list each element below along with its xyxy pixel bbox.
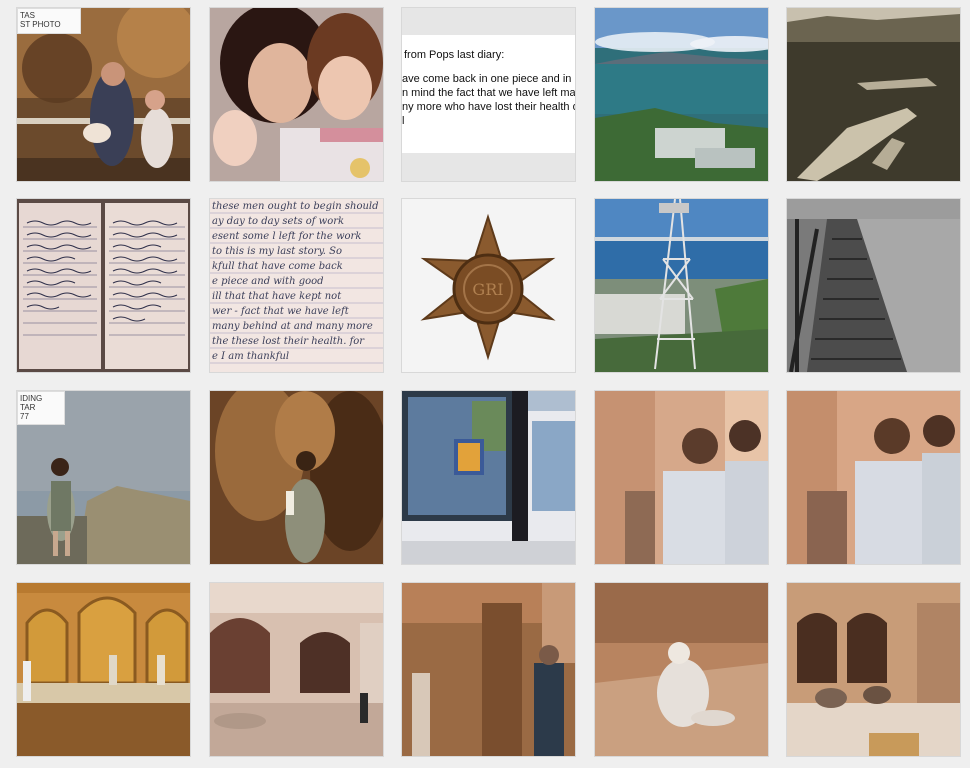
diary-handwriting-line: ill that that have kept not: [212, 291, 342, 302]
diary-quote-line: ave come back in one piece and in: [402, 73, 572, 85]
mother-children-image: [210, 8, 383, 181]
photo-grid: TAS ST PHOTO from Pops last diary: ave c…: [0, 0, 970, 768]
diary-quote-card: from Pops last diary: ave come back in o…: [402, 35, 575, 153]
photo-caption-note: TAS ST PHOTO: [17, 8, 81, 34]
photo-woman-hilltop[interactable]: IDING TAR 77: [17, 391, 190, 564]
children-street-1-image: [595, 391, 768, 564]
diary-notebook-image: [17, 199, 190, 372]
man-sitting-image: [595, 583, 768, 756]
photo-diary-quote[interactable]: from Pops last diary: ave come back in o…: [402, 8, 575, 181]
diary-quote-line: l: [402, 115, 405, 127]
photo-diary-page[interactable]: these men ought to begin should ay day t…: [210, 199, 383, 372]
photo-coast-view[interactable]: [595, 8, 768, 181]
diary-handwriting-line: to this is my last story. So: [212, 246, 342, 257]
photo-war-star-medal[interactable]: GRI: [402, 199, 575, 372]
svg-text:GRI: GRI: [472, 280, 503, 299]
photo-caption-note: IDING TAR 77: [17, 391, 65, 425]
palace-gates-image: [17, 583, 190, 756]
photo-man-sitting[interactable]: [595, 583, 768, 756]
coast-view-image: [595, 8, 768, 181]
photo-stone-steps[interactable]: [787, 199, 960, 372]
donkeys-square-image: [787, 583, 960, 756]
photo-donkeys-square[interactable]: [787, 583, 960, 756]
diary-handwriting-line: wer - fact that we have left: [212, 306, 349, 317]
photo-mother-children[interactable]: [210, 8, 383, 181]
diary-handwriting-line: the these lost their health. for: [212, 336, 365, 347]
shop-window-image: [402, 391, 575, 564]
children-street-2-image: [787, 391, 960, 564]
market-stall-image: [402, 583, 575, 756]
warships-harbor-image: [787, 8, 960, 181]
photo-palace-gates[interactable]: [17, 583, 190, 756]
diary-handwriting-line: esent some l left for the work: [212, 231, 362, 242]
photo-cable-car-pylon[interactable]: [595, 199, 768, 372]
diary-handwriting-line: these men ought to begin should: [212, 201, 379, 212]
diary-handwriting-line: kfull that have come back: [212, 261, 343, 272]
photo-woman-cave[interactable]: [210, 391, 383, 564]
war-star-medal-image: GRI: [420, 213, 556, 361]
mosque-courtyard-image: [210, 583, 383, 756]
photo-children-street-1[interactable]: [595, 391, 768, 564]
diary-handwriting-line: e piece and with good: [212, 276, 324, 287]
cable-car-pylon-image: [595, 199, 768, 372]
photo-family-garden[interactable]: TAS ST PHOTO: [17, 8, 190, 181]
photo-children-street-2[interactable]: [787, 391, 960, 564]
photo-mosque-courtyard[interactable]: [210, 583, 383, 756]
diary-quote-line: n mind the fact that we have left ma: [402, 87, 575, 99]
stone-steps-image: [787, 199, 960, 372]
photo-warships-harbor[interactable]: [787, 8, 960, 181]
photo-shop-window[interactable]: [402, 391, 575, 564]
photo-market-stall[interactable]: [402, 583, 575, 756]
diary-handwriting-line: ay day to day sets of work: [212, 216, 345, 227]
diary-handwriting-line: many behind at and many more: [212, 321, 373, 332]
photo-diary-notebook[interactable]: [17, 199, 190, 372]
woman-cave-image: [210, 391, 383, 564]
diary-quote-line: from Pops last diary:: [404, 49, 505, 61]
diary-handwriting-line: e I am thankful: [212, 351, 290, 362]
diary-quote-line: ny more who have lost their health o: [402, 101, 575, 113]
